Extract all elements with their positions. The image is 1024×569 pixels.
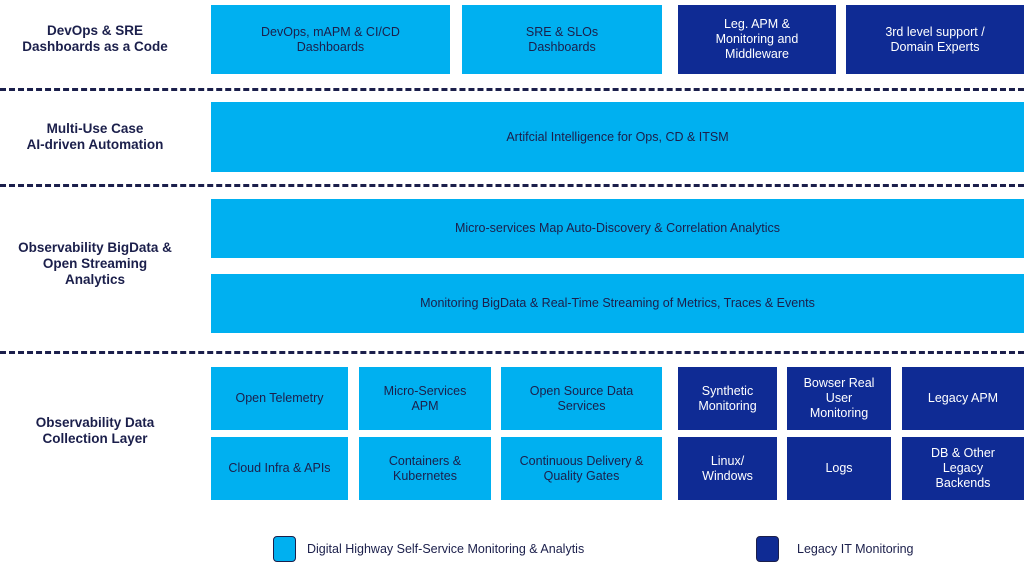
- box-legacy-apm: Legacy APM: [902, 367, 1024, 430]
- layer-label-ai-automation: Multi-Use Case AI-driven Automation: [26, 121, 164, 152]
- box-open-source-data: Open Source Data Services: [501, 367, 662, 430]
- legend-swatch-legacy: [756, 536, 779, 562]
- divider: [0, 184, 1024, 187]
- box-bigdata-streaming: Monitoring BigData & Real-Time Streaming…: [211, 274, 1024, 333]
- box-ai-ops: Artifcial Intelligence for Ops, CD & ITS…: [211, 102, 1024, 172]
- box-continuous-delivery: Continuous Delivery & Quality Gates: [501, 437, 662, 500]
- layer-label-dashboards: DevOps & SRE Dashboards as a Code: [22, 23, 168, 54]
- box-linux-windows: Linux/ Windows: [678, 437, 777, 500]
- box-microservices-map: Micro-services Map Auto-Discovery & Corr…: [211, 199, 1024, 258]
- box-3rd-level-support: 3rd level support / Domain Experts: [846, 5, 1024, 74]
- box-cloud-infra: Cloud Infra & APIs: [211, 437, 348, 500]
- legend-label-self-service: Digital Highway Self-Service Monitoring …: [307, 542, 585, 556]
- box-synthetic-monitoring: Synthetic Monitoring: [678, 367, 777, 430]
- divider: [0, 351, 1024, 354]
- box-microservices-apm: Micro-Services APM: [359, 367, 491, 430]
- box-logs: Logs: [787, 437, 891, 500]
- box-open-telemetry: Open Telemetry: [211, 367, 348, 430]
- box-devops-dashboards: DevOps, mAPM & CI/CD Dashboards: [211, 5, 450, 74]
- legend-swatch-self-service: [273, 536, 296, 562]
- box-legacy-apm-middleware: Leg. APM & Monitoring and Middleware: [678, 5, 836, 74]
- box-sre-slos: SRE & SLOs Dashboards: [462, 5, 662, 74]
- box-containers: Containers & Kubernetes: [359, 437, 491, 500]
- divider: [0, 88, 1024, 91]
- box-browser-rum: Bowser Real User Monitoring: [787, 367, 891, 430]
- box-db-legacy: DB & Other Legacy Backends: [902, 437, 1024, 500]
- layer-label-data-collection: Observability Data Collection Layer: [35, 415, 155, 446]
- legend-label-legacy: Legacy IT Monitoring: [797, 542, 914, 556]
- layer-label-bigdata: Observability BigData & Open Streaming A…: [18, 240, 172, 287]
